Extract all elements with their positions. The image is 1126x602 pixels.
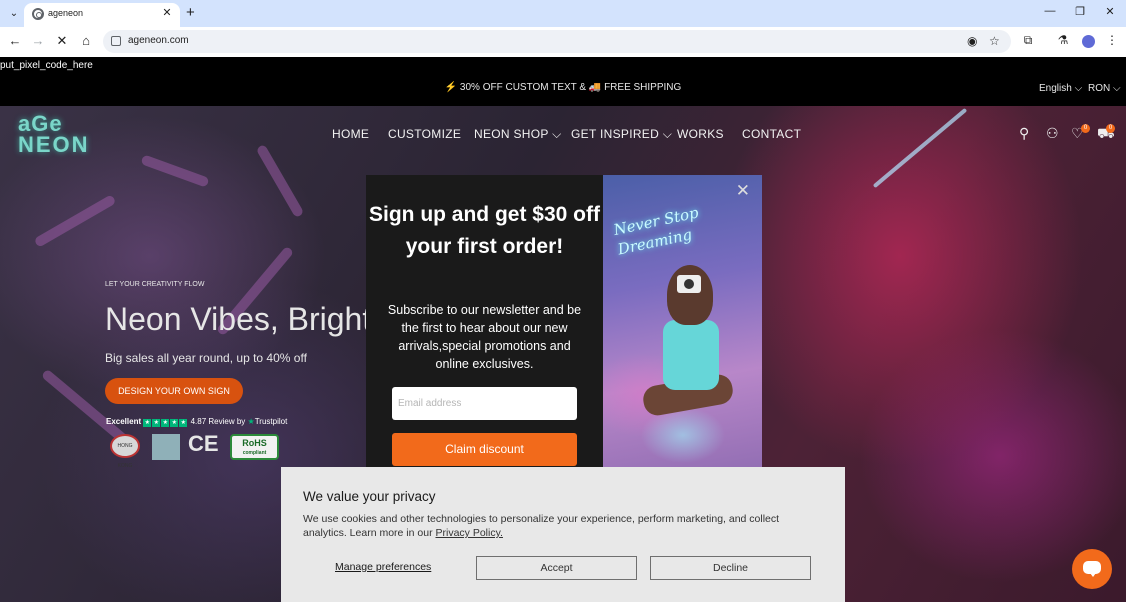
trust-excellent-label: Excellent xyxy=(106,417,142,427)
trustpilot-stars-icon: ★ ★ ★ ★ ★ xyxy=(143,419,188,427)
certification-square-icon xyxy=(152,434,180,460)
wishlist-count-badge: 0 xyxy=(1081,124,1090,133)
extensions-puzzle-icon[interactable]: ⧉ xyxy=(1020,33,1036,48)
decorative-streak xyxy=(33,194,117,248)
pixel-code-text: put_pixel_code_here xyxy=(0,60,93,71)
rohs-compliant-icon: RoHS compliant xyxy=(230,434,279,460)
new-tab-plus-icon[interactable]: + xyxy=(186,4,195,21)
home-icon[interactable]: ⌂ xyxy=(77,33,95,48)
privacy-body: We use cookies and other technologies to… xyxy=(303,513,780,539)
browser-tab-bar: ⌄ ageneon ✕ + — ❐ ✕ xyxy=(0,0,1126,27)
popup-content: Sign up and get $30 off your first order… xyxy=(366,175,603,486)
nav-contact[interactable]: CONTACT xyxy=(742,127,801,141)
nav-works[interactable]: WORKS xyxy=(677,127,724,141)
email-field[interactable] xyxy=(392,387,577,420)
nav-neon-shop[interactable]: NEON SHOP ⌵ xyxy=(474,127,562,142)
nav-get-inspired[interactable]: GET INSPIRED ⌵ xyxy=(571,127,672,142)
tab-title: ageneon xyxy=(48,8,84,18)
hong-kong-certification-icon: HONG KONG xyxy=(110,434,140,469)
privacy-title: We value your privacy xyxy=(303,489,436,504)
eye-off-icon[interactable]: ◉ xyxy=(967,34,977,48)
neon-sign-text: Never Stop Dreaming xyxy=(612,202,705,259)
photo-figure-dress xyxy=(663,320,719,390)
site-info-icon[interactable] xyxy=(111,36,121,46)
language-selector[interactable]: English ⌵ xyxy=(1039,83,1082,94)
close-window-icon[interactable]: ✕ xyxy=(1102,5,1118,18)
web-page: put_pixel_code_here ⚡ 30% OFF CUSTOM TEX… xyxy=(0,57,1126,602)
browser-toolbar: ← → ✕ ⌂ ageneon.com ◉ ☆ ⧉ ⚗ ⋮ xyxy=(0,27,1126,57)
cart-count-badge: 0 xyxy=(1106,124,1115,133)
site-logo-neon[interactable]: NEON xyxy=(18,132,90,158)
url-text[interactable]: ageneon.com xyxy=(128,35,189,46)
minimize-icon[interactable]: — xyxy=(1042,5,1058,17)
back-arrow-icon[interactable]: ← xyxy=(6,33,24,48)
labs-flask-icon[interactable]: ⚗ xyxy=(1055,33,1071,47)
bookmark-star-icon[interactable]: ☆ xyxy=(989,34,1000,48)
camera-icon xyxy=(677,275,701,293)
decorative-streak xyxy=(255,143,305,219)
search-icon[interactable]: ⚲ xyxy=(1019,125,1029,142)
nav-home[interactable]: HOME xyxy=(332,127,369,141)
account-user-icon[interactable]: ⚇ xyxy=(1046,125,1059,142)
address-bar[interactable]: ageneon.com ◉ ☆ xyxy=(103,30,1011,53)
trust-rating-text: 4.87 Review by xyxy=(190,417,246,427)
chat-bubble-icon xyxy=(1083,561,1101,577)
popup-description: Subscribe to our newsletter and be the f… xyxy=(387,303,582,371)
profile-avatar-icon[interactable] xyxy=(1082,35,1095,48)
hero-tagline: LET YOUR CREATIVITY FLOW xyxy=(105,281,205,288)
neon-light-streak xyxy=(872,107,968,189)
forward-arrow-icon[interactable]: → xyxy=(29,33,47,48)
ce-mark-icon: CE xyxy=(188,431,219,456)
privacy-banner: We value your privacy We use cookies and… xyxy=(281,467,845,602)
kebab-menu-icon[interactable]: ⋮ xyxy=(1104,33,1120,47)
rohs-label: RoHS xyxy=(242,438,267,448)
close-tab-icon[interactable]: ✕ xyxy=(160,6,174,19)
restore-icon[interactable]: ❐ xyxy=(1072,5,1088,18)
decline-button[interactable]: Decline xyxy=(650,556,811,580)
popup-promo-image: Never Stop Dreaming ✕ xyxy=(603,175,762,486)
hero-title: Neon Vibes, Bright xyxy=(105,301,372,337)
decorative-streak xyxy=(140,154,210,188)
popup-heading: Sign up and get $30 off your first order… xyxy=(368,203,600,258)
currency-selector[interactable]: RON ⌵ xyxy=(1088,83,1121,94)
stop-loading-icon[interactable]: ✕ xyxy=(53,33,71,49)
accept-button[interactable]: Accept xyxy=(476,556,637,580)
browser-tab[interactable]: ageneon ✕ xyxy=(24,3,180,27)
claim-discount-button[interactable]: Claim discount xyxy=(392,433,577,466)
hero-subtitle: Big sales all year round, up to 40% off xyxy=(105,351,307,365)
nav-customize[interactable]: CUSTOMIZE xyxy=(388,127,461,141)
announcement-bar: ⚡ 30% OFF CUSTOM TEXT & 🚚 FREE SHIPPING xyxy=(444,82,682,93)
newsletter-popup: Sign up and get $30 off your first order… xyxy=(366,175,762,486)
popup-close-icon[interactable]: ✕ xyxy=(736,181,750,201)
trustpilot-star-icon: ★ xyxy=(247,417,255,427)
tab-list-chevron-down-icon[interactable]: ⌄ xyxy=(6,6,22,22)
privacy-text: We use cookies and other technologies to… xyxy=(303,512,823,540)
design-your-own-sign-button[interactable]: DESIGN YOUR OWN SIGN xyxy=(105,378,243,404)
rohs-sub-label: compliant xyxy=(242,450,267,456)
trustpilot-rating[interactable]: Excellent ★ ★ ★ ★ ★ 4.87 Review by ★Trustpil… xyxy=(106,417,287,427)
trust-brand: Trustpilot xyxy=(254,417,288,427)
privacy-policy-link[interactable]: Privacy Policy. xyxy=(435,527,503,539)
site-favicon-icon xyxy=(32,8,44,20)
manage-preferences-link[interactable]: Manage preferences xyxy=(335,561,431,573)
chat-button[interactable] xyxy=(1072,549,1112,589)
photo-figure-head xyxy=(667,265,713,325)
